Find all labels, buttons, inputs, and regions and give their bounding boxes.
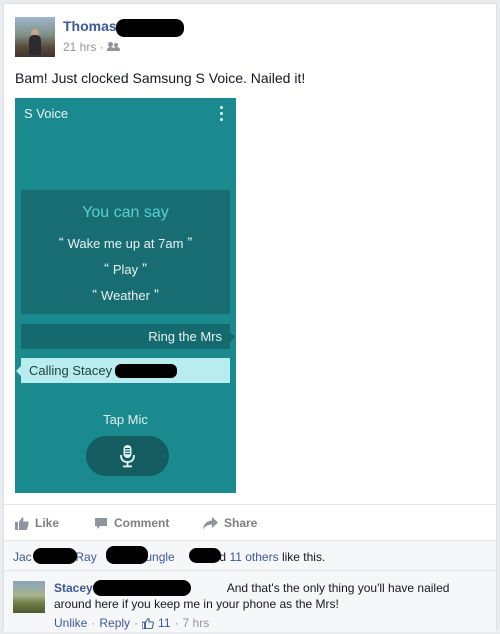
like-count-icon[interactable] (142, 617, 154, 629)
post-actions-bar: Like Comment Share (4, 504, 496, 540)
redaction-bar (93, 580, 191, 596)
liker-name[interactable]: Ray (75, 550, 96, 564)
post-meta: 21 hrs · (63, 40, 121, 54)
like-label: Like (35, 516, 60, 530)
others-link[interactable]: 11 others (229, 550, 278, 564)
reply-link[interactable]: Reply (99, 616, 130, 630)
comment-time[interactable]: 7 hrs (183, 616, 210, 630)
comment-meta: Unlike · Reply · 11 · 7 hrs (54, 616, 210, 630)
liker-name[interactable]: Jac (13, 550, 32, 564)
overflow-menu-icon (220, 106, 224, 121)
share-icon (203, 516, 218, 529)
app-title: S Voice (24, 106, 69, 121)
thumbs-up-icon (15, 516, 29, 530)
comment-item: Stacey And that's the only thing you'll h… (4, 570, 496, 632)
author-avatar[interactable] (15, 17, 55, 57)
suggestion-item: “ Wake me up at 7am ” (58, 236, 193, 251)
comment-button[interactable]: Comment (94, 516, 169, 530)
tap-mic-label: Tap Mic (103, 412, 148, 427)
post-text: Bam! Just clocked Samsung S Voice. Naile… (15, 70, 306, 86)
assistant-reply-bubble: Calling Stacey (16, 358, 230, 383)
suggestion-item: “ Play ” (103, 262, 148, 277)
mic-button (86, 436, 169, 476)
comment-like-count[interactable]: 11 (158, 616, 170, 630)
suggestions-panel: You can say “ Wake me up at 7am ” “ Play… (21, 190, 230, 314)
commenter-avatar[interactable] (13, 581, 45, 613)
post-card: Thomas 21 hrs · Bam! Just clocked Samsun… (3, 3, 497, 632)
comment-icon (95, 517, 107, 529)
comment-label: Comment (114, 516, 170, 530)
microphone-icon (120, 445, 135, 468)
commenter-name[interactable]: Stacey (54, 581, 93, 595)
redaction-bar (106, 546, 148, 564)
unlike-link[interactable]: Unlike (54, 616, 87, 630)
author-name[interactable]: Thomas (63, 18, 117, 34)
redaction-bar (33, 548, 77, 564)
share-button[interactable]: Share (203, 516, 257, 530)
friends-icon[interactable] (106, 42, 121, 52)
user-speech-bubble: Ring the Mrs (21, 324, 235, 349)
suggestions-title: You can say (82, 204, 169, 221)
redaction-bar (116, 19, 184, 37)
phone-screenshot[interactable]: S Voice You can say “ Wake me up at 7am … (15, 98, 236, 493)
redaction-bar (189, 548, 221, 563)
share-label: Share (224, 516, 258, 530)
suggestion-item: “ Weather ” (91, 288, 160, 303)
phone-app-bar: S Voice (15, 98, 236, 126)
user-speech-text: Ring the Mrs (148, 329, 222, 344)
assistant-reply-text: Calling Stacey (29, 363, 113, 378)
post-time[interactable]: 21 hrs · (63, 40, 104, 54)
like-button[interactable]: Like (15, 516, 59, 530)
redaction-bar (115, 364, 177, 378)
likes-summary: Jac, Ray, Jungle and 11 others like this… (4, 540, 496, 570)
